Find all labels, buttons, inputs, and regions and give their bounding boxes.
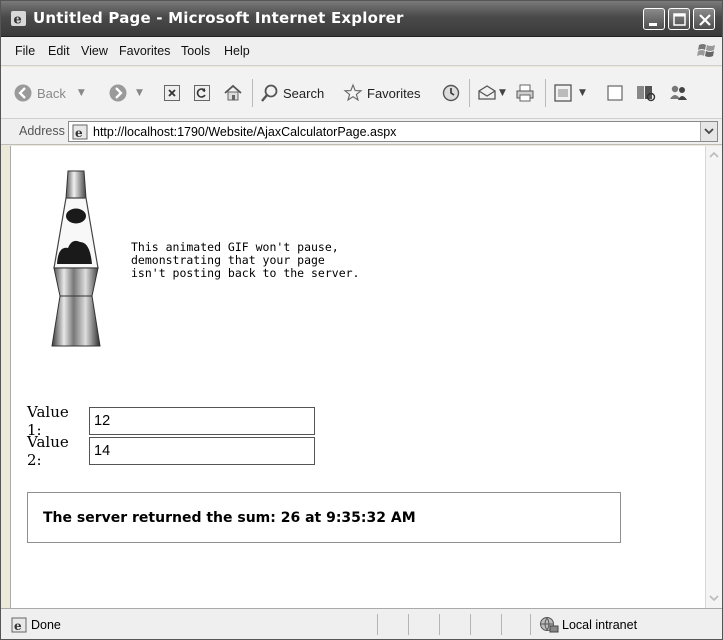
page-icon: e — [72, 124, 88, 140]
minimize-button[interactable] — [643, 8, 665, 30]
favorites-label: Favorites — [367, 85, 421, 101]
menu-tools[interactable]: Tools — [181, 44, 210, 58]
menu-bar: File Edit View Favorites Tools Help — [1, 37, 722, 66]
address-dropdown-button[interactable] — [700, 122, 717, 141]
menu-favorites[interactable]: Favorites — [119, 44, 170, 58]
menu-help[interactable]: Help — [224, 44, 250, 58]
back-icon — [14, 84, 32, 102]
gif-caption: This animated GIF won't pause, demonstra… — [131, 240, 360, 280]
print-icon — [516, 84, 534, 102]
mail-dropdown-icon[interactable]: ▼ — [499, 88, 506, 98]
chevron-up-icon — [709, 151, 719, 158]
chevron-down-icon — [709, 595, 719, 602]
forward-icon — [109, 84, 127, 102]
home-icon — [224, 84, 242, 101]
discuss-button[interactable] — [605, 81, 625, 105]
zone-text: Local intranet — [562, 618, 638, 632]
history-button[interactable] — [441, 81, 461, 105]
favorites-star-icon — [343, 83, 363, 102]
research-icon — [637, 86, 656, 102]
value2-label: Value 2: — [27, 433, 69, 469]
toolbar-separator — [545, 79, 546, 107]
ie-icon: e — [11, 11, 26, 28]
value2-input[interactable] — [89, 437, 315, 465]
back-label: Back — [37, 85, 66, 101]
svg-text:e: e — [14, 13, 22, 28]
search-button[interactable]: Search — [259, 81, 324, 105]
forward-dropdown-icon[interactable]: ▼ — [136, 88, 143, 98]
home-button[interactable] — [223, 81, 243, 105]
value1-row: Value 1: — [27, 403, 315, 439]
mail-button[interactable]: ▼ — [477, 81, 506, 105]
status-divider — [530, 614, 531, 635]
status-divider — [377, 614, 378, 635]
vertical-scrollbar[interactable] — [705, 146, 722, 608]
status-divider — [470, 614, 471, 635]
address-bar: Address e http://localhost:1790/Website/… — [1, 119, 722, 145]
discuss-icon — [607, 85, 623, 101]
close-button[interactable] — [693, 8, 715, 30]
mail-icon — [478, 85, 496, 100]
stop-icon — [164, 85, 180, 101]
browser-window: e Untitled Page - Microsoft Internet Exp… — [0, 0, 723, 640]
stop-button[interactable] — [163, 81, 181, 105]
intranet-icon — [540, 617, 559, 633]
chevron-down-icon — [704, 128, 714, 135]
value2-row: Value 2: — [27, 433, 315, 469]
svg-text:e: e — [75, 126, 83, 140]
scroll-up-button[interactable] — [706, 146, 722, 163]
search-icon — [261, 84, 278, 102]
status-text: Done — [31, 618, 61, 632]
refresh-icon — [194, 85, 210, 101]
status-divider — [408, 614, 409, 635]
back-button[interactable]: Back ▼ — [13, 81, 85, 105]
toolbar: Back ▼ ▼ Search Favorites ▼ ▼ — [1, 67, 722, 119]
minimize-icon — [649, 23, 657, 26]
maximize-icon — [673, 13, 686, 26]
status-divider — [439, 614, 440, 635]
windows-flag-icon — [697, 44, 715, 57]
status-divider — [501, 614, 502, 635]
svg-text:e: e — [14, 619, 22, 633]
lava-lamp-animated-gif — [51, 170, 101, 347]
favorites-button[interactable]: Favorites — [343, 81, 420, 105]
toolbar-separator — [469, 79, 470, 107]
address-label: Address — [19, 124, 65, 138]
forward-button[interactable]: ▼ — [108, 81, 143, 105]
title-bar[interactable]: e Untitled Page - Microsoft Internet Exp… — [1, 1, 722, 37]
address-url: http://localhost:1790/Website/AjaxCalcul… — [93, 125, 397, 139]
print-button[interactable] — [515, 81, 535, 105]
window-title: Untitled Page - Microsoft Internet Explo… — [33, 9, 404, 27]
menu-file[interactable]: File — [15, 44, 35, 58]
toolbar-separator — [252, 79, 253, 107]
status-bar: e Done Local intranet — [1, 608, 722, 639]
value1-input[interactable] — [89, 407, 315, 435]
back-dropdown-icon[interactable]: ▼ — [78, 88, 85, 98]
edit-dropdown-icon[interactable]: ▼ — [579, 88, 586, 98]
messenger-icon — [670, 85, 687, 100]
history-icon — [442, 84, 460, 102]
scroll-down-button[interactable] — [706, 590, 722, 607]
edit-button[interactable]: ▼ — [553, 81, 586, 105]
messenger-button[interactable] — [667, 81, 689, 105]
close-icon — [699, 14, 711, 26]
menu-view[interactable]: View — [81, 44, 108, 58]
refresh-button[interactable] — [193, 81, 211, 105]
edit-icon — [554, 84, 572, 102]
result-panel: The server returned the sum: 26 at 9:35:… — [27, 492, 621, 543]
result-text: The server returned the sum: 26 at 9:35:… — [43, 510, 416, 526]
page-icon: e — [11, 617, 27, 633]
maximize-button[interactable] — [668, 8, 690, 30]
page-content: This animated GIF won't pause, demonstra… — [10, 146, 705, 608]
menu-edit[interactable]: Edit — [48, 44, 70, 58]
search-label: Search — [283, 85, 325, 101]
research-button[interactable] — [635, 81, 657, 105]
address-field[interactable]: e http://localhost:1790/Website/AjaxCalc… — [68, 121, 718, 142]
